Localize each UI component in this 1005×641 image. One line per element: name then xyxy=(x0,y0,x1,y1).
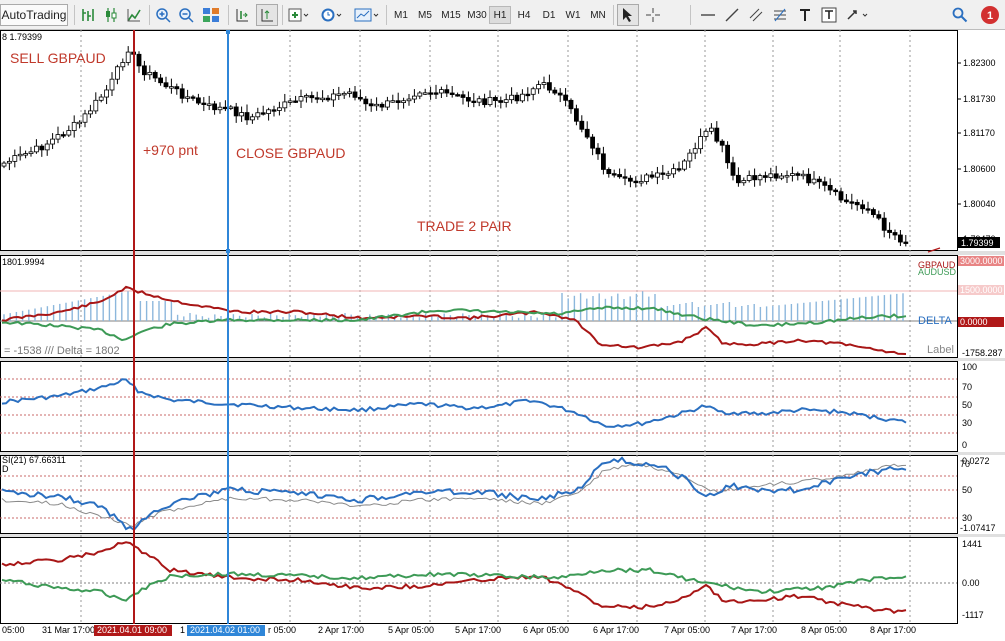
toolbar-separator xyxy=(228,5,229,25)
delta-panel-info: 1801.9994 xyxy=(2,257,45,267)
bottom-scale-label: 0.00 xyxy=(962,578,980,588)
rsi-panel-info: SI(21) 67.66311 xyxy=(2,455,66,465)
time-label: 8 Apr 05:00 xyxy=(801,625,847,635)
search-icon[interactable] xyxy=(950,4,970,26)
toolbar-separator xyxy=(386,5,387,25)
annotation-profit: +970 pnt xyxy=(143,142,198,158)
bar-chart-icon[interactable] xyxy=(78,4,98,26)
time-label: 05:00 xyxy=(2,625,25,635)
periods-icon[interactable] xyxy=(318,4,346,26)
osc-scale-label: 30 xyxy=(962,418,972,428)
rsi-scale-label: 50 xyxy=(962,485,972,495)
delta-scale-label: 3000.0000 xyxy=(960,256,1003,266)
crosshair-icon[interactable] xyxy=(642,4,664,26)
cursor-icon[interactable] xyxy=(617,4,639,26)
toolbar-separator xyxy=(74,5,75,25)
rsi-scale-label: 70 xyxy=(960,459,970,469)
rsi-panel-info2: D xyxy=(2,464,9,474)
chart-shift-icon[interactable] xyxy=(232,4,252,26)
trendline-icon[interactable] xyxy=(721,4,743,26)
toolbar-separator xyxy=(690,5,691,25)
delta-label: DELTA xyxy=(918,315,952,327)
fibonacci-icon[interactable] xyxy=(769,4,791,26)
marker-handle[interactable] xyxy=(226,249,230,253)
candlestick-icon[interactable] xyxy=(101,4,121,26)
delta-scale-label: 0.0000 xyxy=(960,317,988,327)
osc-scale-label: 100 xyxy=(962,362,977,372)
bottom-scale-label: 1441 xyxy=(962,539,982,549)
time-label: 7 Apr 17:00 xyxy=(731,625,777,635)
price-label: 1.81170 xyxy=(963,128,995,138)
delta-scale-label: -1758.287 xyxy=(962,348,1003,358)
price-label: 1.80040 xyxy=(963,199,996,209)
timeframe-mn[interactable]: MN xyxy=(586,6,610,24)
time-label: 6 Apr 05:00 xyxy=(523,625,569,635)
timeframe-m15[interactable]: M15 xyxy=(438,6,464,24)
price-label: 1.80600 xyxy=(963,164,996,174)
chart-canvas[interactable]: 8 1.79399 1.82300 1.81730 1.81170 1.8060… xyxy=(0,30,1005,638)
label-text: Label xyxy=(927,344,954,356)
timeframe-d1[interactable]: D1 xyxy=(538,6,560,24)
zoom-out-icon[interactable] xyxy=(176,4,196,26)
chart-window[interactable]: 8 1.79399 1.82300 1.81730 1.81170 1.8060… xyxy=(0,30,1005,638)
time-label: 2 Apr 17:00 xyxy=(318,625,364,635)
toolbar: AutoTrading M1 M5 M15 M30 H1 H4 D1 W1 MN xyxy=(0,0,1005,30)
osc-scale-label: 0 xyxy=(962,440,967,450)
indicators-icon[interactable] xyxy=(286,4,312,26)
time-label: r 05:00 xyxy=(268,625,296,635)
line-chart-icon[interactable] xyxy=(124,4,144,26)
bottom-scale-label: -1117 xyxy=(962,610,984,620)
main-chart-info: 8 1.79399 xyxy=(2,32,42,42)
rsi-scale-label: 30 xyxy=(962,513,972,523)
time-label: 2021.04.01 09:00 xyxy=(97,625,167,635)
arrows-icon[interactable] xyxy=(844,4,874,26)
annotation-sell: SELL GBPAUD xyxy=(10,50,106,66)
timeframe-h1[interactable]: H1 xyxy=(489,6,511,24)
notifications-icon[interactable]: 1 xyxy=(978,4,1002,26)
horizontal-line-icon[interactable] xyxy=(697,4,719,26)
zoom-in-icon[interactable] xyxy=(153,4,173,26)
time-label: 1 xyxy=(180,625,185,635)
notification-count: 1 xyxy=(987,10,993,22)
price-label: 1.81730 xyxy=(963,94,996,104)
marker-handle[interactable] xyxy=(226,30,230,34)
timeframe-m30[interactable]: M30 xyxy=(464,6,490,24)
channel-icon[interactable] xyxy=(745,4,767,26)
price-label: 1.82300 xyxy=(963,58,996,68)
osc-scale-label: 50 xyxy=(962,400,972,410)
time-label: 6 Apr 17:00 xyxy=(593,625,639,635)
timeframe-w1[interactable]: W1 xyxy=(562,6,584,24)
rsi-scale-label: -1.07417 xyxy=(960,523,996,533)
toolbar-separator xyxy=(149,5,150,25)
toolbar-separator xyxy=(613,5,614,25)
time-label: 5 Apr 05:00 xyxy=(388,625,434,635)
time-label: 7 Apr 05:00 xyxy=(664,625,710,635)
time-label: 31 Mar 17:00 xyxy=(42,625,95,635)
time-label: 8 Apr 17:00 xyxy=(870,625,916,635)
annotation-trade: TRADE 2 PAIR xyxy=(417,218,512,234)
timeframe-m1[interactable]: M1 xyxy=(390,6,412,24)
text-label-icon[interactable] xyxy=(818,4,840,26)
timeframe-h4[interactable]: H4 xyxy=(513,6,535,24)
time-label: 2021.04.02 01:00 xyxy=(190,625,260,635)
toolbar-separator xyxy=(282,5,283,25)
legend-audusd: AUDUSD xyxy=(918,267,957,277)
autoscroll-icon[interactable] xyxy=(256,4,278,26)
templates-icon[interactable] xyxy=(352,4,382,26)
current-price: 1.79399 xyxy=(961,238,994,248)
delta-scale-label: 1500.0000 xyxy=(960,285,1003,295)
tile-windows-icon[interactable] xyxy=(200,4,222,26)
osc-scale-label: 70 xyxy=(962,382,972,392)
text-tool-icon[interactable] xyxy=(794,4,816,26)
timeframe-m5[interactable]: M5 xyxy=(414,6,436,24)
time-label: 5 Apr 17:00 xyxy=(455,625,501,635)
annotation-close: CLOSE GBPAUD xyxy=(236,145,345,161)
delta-stats: = -1538 /// Delta = 1802 xyxy=(4,345,120,357)
autotrading-button[interactable]: AutoTrading xyxy=(0,4,68,26)
